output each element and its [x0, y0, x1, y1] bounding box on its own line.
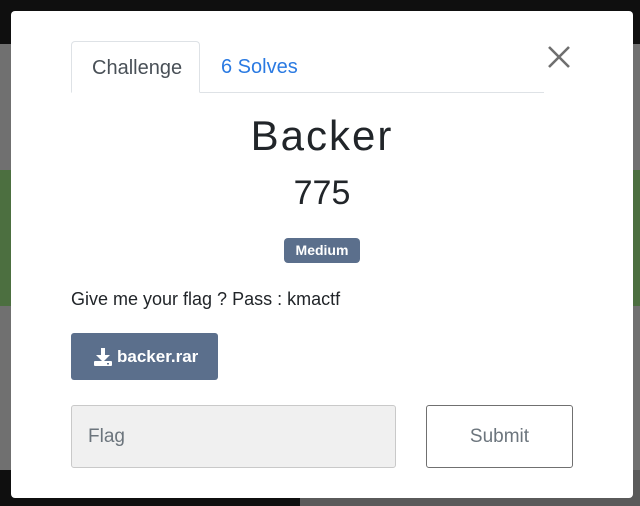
tab-solves[interactable]: 6 Solves: [201, 41, 298, 92]
submit-button[interactable]: Submit: [426, 405, 573, 468]
download-file-button[interactable]: backer.rar: [71, 333, 218, 380]
download-icon: [93, 347, 113, 367]
difficulty-badge: Medium: [284, 238, 360, 263]
challenge-points: 775: [293, 174, 351, 212]
tab-challenge[interactable]: Challenge: [71, 41, 200, 93]
challenge-description: Give me your flag ? Pass : kmactf: [71, 289, 341, 309]
modal-tabs: Challenge 6 Solves: [71, 41, 544, 93]
download-file-label: backer.rar: [117, 347, 199, 366]
challenge-modal: Challenge 6 Solves Backer 775 Medium Giv…: [11, 11, 633, 498]
challenge-title: Backer: [250, 112, 394, 159]
close-icon[interactable]: [545, 43, 573, 71]
flag-input[interactable]: [71, 405, 396, 468]
